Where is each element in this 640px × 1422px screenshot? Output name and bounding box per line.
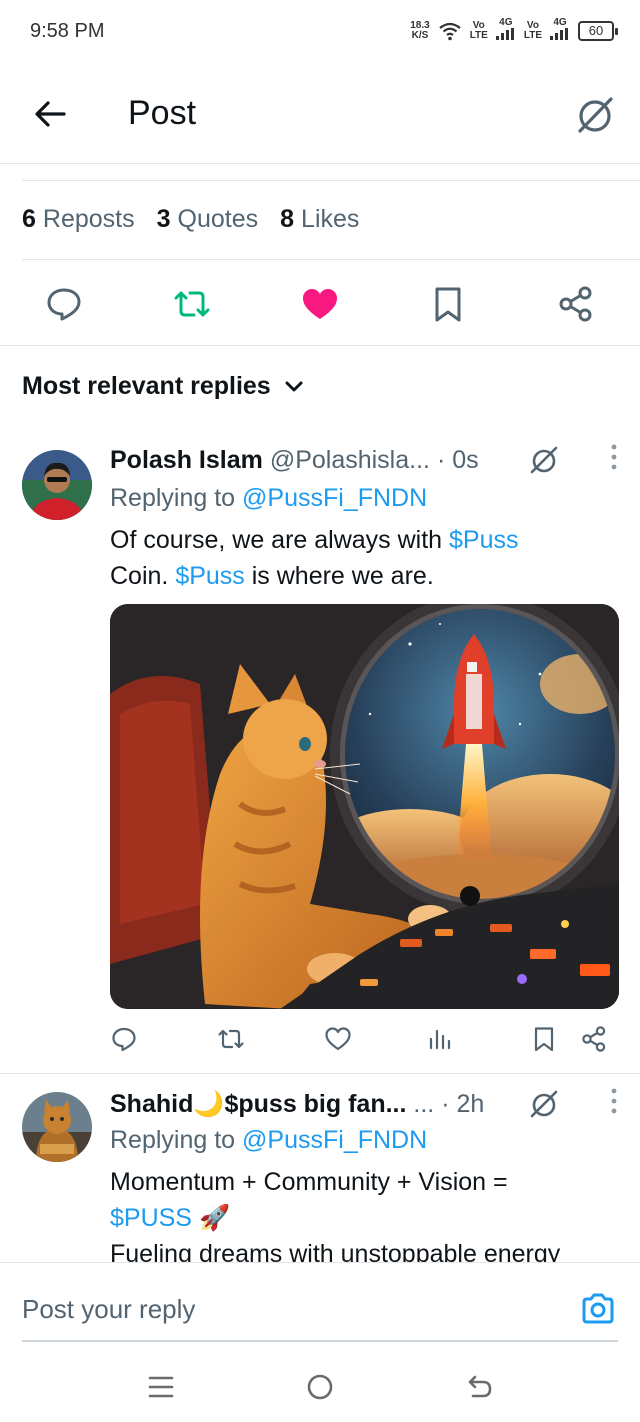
reply-media-image[interactable] [110,604,619,1009]
reposts-count: 6 [22,205,36,233]
avatar[interactable] [22,1092,92,1162]
reply-time: · 0s [436,446,479,474]
reply-icon[interactable] [110,1025,138,1053]
battery-icon: 60 [578,20,618,41]
more-options-icon[interactable] [610,442,618,472]
views-icon[interactable] [426,1025,454,1053]
sim1-net: 4G [499,17,513,28]
avatar-image [22,450,92,520]
replying-to-link[interactable]: @PussFi_FNDN [242,484,427,512]
sim2-label: Vo LTE [523,19,542,41]
reply-icon[interactable] [44,284,84,324]
reply-input[interactable]: Post your reply [22,1294,195,1325]
top-app-bar: Post [0,64,640,164]
reply-text: Momentum + Community + Vision = $PUSS 🚀 … [110,1164,600,1262]
author-handle[interactable]: @Polashisla... [270,446,430,474]
likes-stat[interactable]: 8 Likes [280,205,359,234]
share-icon[interactable] [580,1025,608,1053]
status-time: 9:58 PM [30,20,105,42]
like-filled-icon[interactable] [300,284,340,324]
name-ellipsis: ... [413,1090,435,1118]
cat-rocket-illustration [110,604,619,1009]
sim1-signal: 4G [495,17,516,43]
reply-text-part: Of course, we are always with [110,526,450,554]
status-bar: 9:58 PM 18.3 K/S Vo LTE 4G Vo LTE 4G 60 [0,0,640,64]
cashtag-link[interactable]: $Puss [449,526,518,554]
share-icon[interactable] [556,284,596,324]
chevron-down-icon [285,381,303,391]
camera-icon[interactable] [580,1291,616,1327]
cashtag-link[interactable]: $PUSS [110,1204,192,1232]
reply-text-part: Fueling dreams with unstoppable energy [110,1240,561,1262]
sim1-label-bottom: LTE [469,29,488,41]
reply-text-part: is where we are. [244,562,434,590]
reply-composer[interactable]: Post your reply [0,1262,640,1342]
reply-text: Of course, we are always with $Puss Coin… [110,522,600,594]
likes-count: 8 [280,205,295,233]
net-speed: 18.3 K/S [410,19,430,41]
avatar[interactable] [22,450,92,520]
rocket-emoji: 🚀 [198,1204,231,1232]
reply-time: · 2h [441,1090,485,1118]
replies-sort-dropdown[interactable]: Most relevant replies [22,372,305,401]
grok-icon[interactable] [574,94,616,136]
quotes-stat[interactable]: 3 Quotes [157,205,259,234]
sim1-label-top: Vo [472,19,485,31]
recents-menu-icon[interactable] [146,1372,176,1402]
sim2-net: 4G [553,17,567,28]
reply-header: Shahid🌙$puss big fan... ... · 2h [110,1088,618,1120]
net-speed-unit: K/S [411,29,429,41]
sim1-label: Vo LTE [469,19,488,41]
bookmark-icon[interactable] [428,284,468,324]
avatar-image [22,1092,92,1162]
back-nav-icon[interactable] [465,1372,495,1402]
signal-bars-icon [495,28,514,40]
bookmark-icon[interactable] [530,1025,558,1053]
signal-bars-icon [550,28,568,40]
cashtag-link[interactable]: $Puss [175,562,244,590]
replying-prefix: Replying to [110,484,243,512]
status-icons: 18.3 K/S Vo LTE 4G Vo LTE 4G 60 [410,17,618,43]
reposts-stat[interactable]: 6 Reposts [22,205,135,234]
post-stats: 6 Reposts 3 Quotes 8 Likes [22,205,359,234]
page-title: Post [128,94,197,132]
replying-to: Replying to @PussFi_FNDN [110,484,427,513]
reply-text-part: Coin. [110,562,176,590]
divider [22,180,640,181]
sim2-label-top: Vo [526,19,539,31]
replying-to-link[interactable]: @PussFi_FNDN [242,1126,427,1154]
divider [0,1073,640,1074]
likes-label: Likes [301,205,360,233]
reply-header: Polash Islam @Polashisla... · 0s [110,444,618,476]
author-name[interactable]: Polash Islam [110,446,263,474]
repost-icon[interactable] [217,1025,245,1053]
net-speed-value: 18.3 [410,19,430,31]
sim2-signal: 4G [550,18,570,43]
replying-to: Replying to @PussFi_FNDN [110,1126,427,1155]
replies-sort-label: Most relevant replies [22,372,271,400]
sim2-label-bottom: LTE [523,29,542,41]
grok-icon[interactable] [528,444,560,476]
reposts-label: Reposts [42,205,135,233]
quotes-label: Quotes [177,205,259,233]
like-icon[interactable] [324,1025,352,1053]
divider [22,259,640,260]
back-arrow-icon[interactable] [30,94,70,134]
repost-icon[interactable] [172,284,212,324]
reply-text-part: Momentum + Community + Vision = [110,1168,508,1196]
more-options-icon[interactable] [610,1086,618,1116]
reply-actions [110,1025,618,1061]
home-circle-icon[interactable] [305,1372,335,1402]
quotes-count: 3 [156,205,171,233]
post-actions [0,270,640,346]
grok-icon[interactable] [528,1088,560,1120]
system-navigation-bar [0,1342,640,1422]
wifi-icon [439,22,461,40]
replying-prefix: Replying to [110,1126,243,1154]
author-name[interactable]: Shahid🌙$puss big fan... [110,1090,406,1118]
